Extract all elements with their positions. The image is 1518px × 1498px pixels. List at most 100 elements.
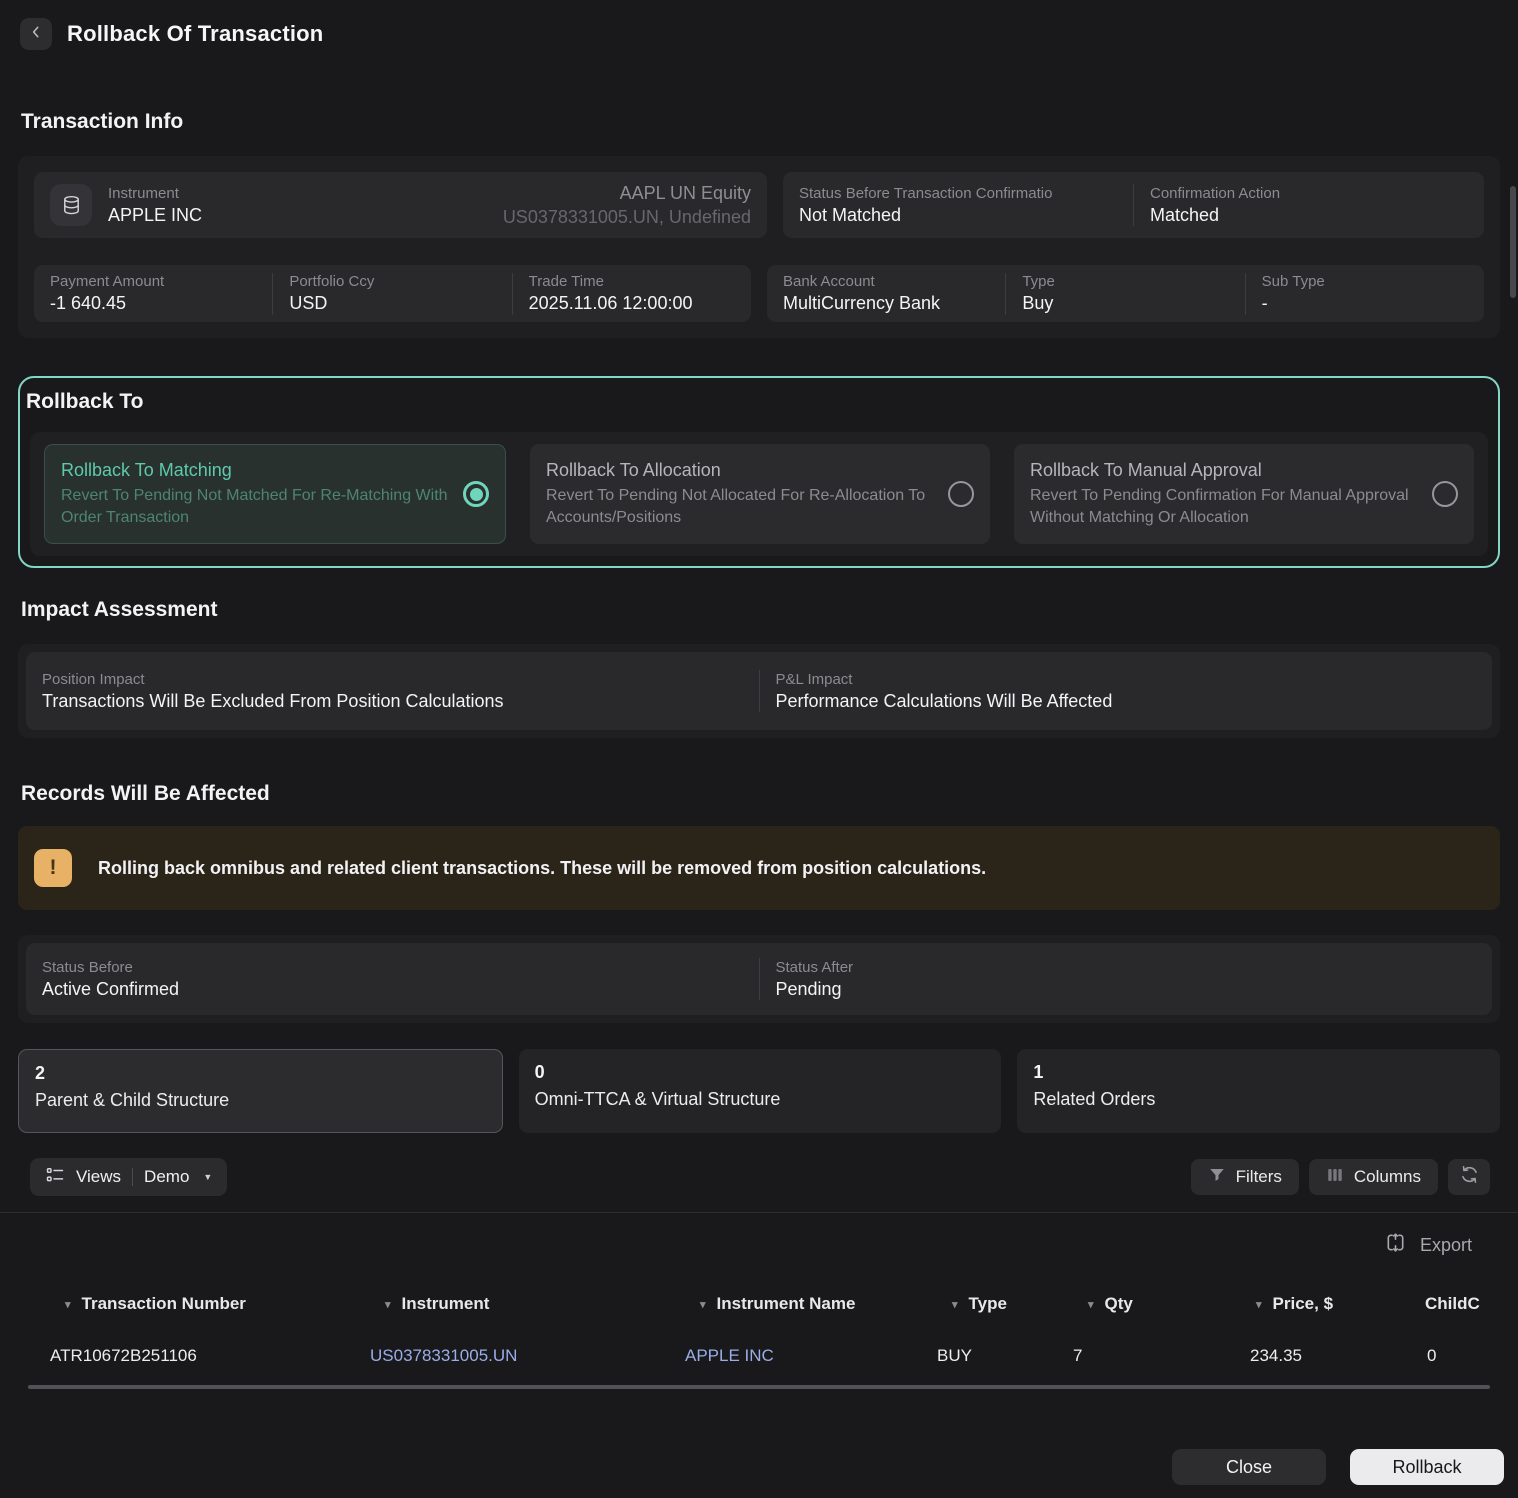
instrument-ticker: AAPL UN Equity [619, 182, 751, 203]
cell-qty: 7 [1073, 1346, 1083, 1365]
cell-child-count: 0 [1427, 1346, 1437, 1365]
warning-text: Rolling back omnibus and related client … [98, 857, 987, 878]
export-button[interactable]: Export [0, 1213, 1518, 1259]
sort-caret-icon: ▾ [1256, 1298, 1262, 1311]
column-header-price[interactable]: ▾ Price, $ [1239, 1294, 1411, 1314]
cell-instrument-name-link[interactable]: APPLE INC [683, 1346, 935, 1366]
trade-time-value: 2025.11.06 12:00:00 [528, 293, 693, 313]
column-header-type[interactable]: ▾ Type [935, 1294, 1071, 1314]
rollback-button[interactable]: Rollback [1350, 1449, 1504, 1485]
portfolio-ccy-value: USD [289, 293, 328, 313]
views-label: Views [76, 1167, 122, 1186]
pnl-impact-value: Performance Calculations Will Be Affecte… [775, 690, 1113, 711]
column-header-label: Transaction Number [81, 1294, 246, 1313]
rollback-option-description: Revert To Pending Not Matched For Re-Mat… [61, 487, 448, 526]
vertical-scrollbar[interactable] [1510, 186, 1516, 298]
cell-type: BUY [937, 1346, 972, 1365]
status-card: Status Before Active Confirmed Status Af… [26, 943, 1492, 1015]
position-impact-label: Position Impact [42, 670, 145, 688]
page-title: Rollback Of Transaction [67, 21, 324, 46]
table-row[interactable]: ATR10672B251106 US0378331005.UN APPLE IN… [0, 1337, 1518, 1375]
table-header-row: ▾ Transaction Number ▾ Instrument ▾ Inst… [0, 1287, 1518, 1321]
structure-tabs: 2 Parent & Child Structure 0 Omni-TTCA &… [18, 1049, 1501, 1133]
warning-icon: ! [34, 849, 72, 887]
records-heading: Records Will Be Affected [21, 782, 270, 805]
tab-omni-ttca-virtual-structure[interactable]: 0 Omni-TTCA & Virtual Structure [518, 1049, 1002, 1133]
payment-amount-value: -1 640.45 [50, 293, 127, 313]
cell-price: 234.35 [1250, 1346, 1302, 1365]
refresh-icon [1459, 1164, 1480, 1190]
payment-card: Payment Amount -1 640.45 Portfolio Ccy U… [34, 265, 751, 322]
warning-banner: ! Rolling back omnibus and related clien… [18, 826, 1500, 910]
position-impact-value: Transactions Will Be Excluded From Posit… [42, 690, 504, 711]
export-icon [1384, 1231, 1407, 1259]
footer-actions: Close Rollback [1172, 1449, 1504, 1485]
cell-instrument-link[interactable]: US0378331005.UN [368, 1346, 683, 1366]
rollback-option-description: Revert To Pending Confirmation For Manua… [1030, 487, 1409, 526]
bank-account-value: MultiCurrency Bank [783, 293, 941, 313]
column-header-qty[interactable]: ▾ Qty [1071, 1294, 1239, 1314]
instrument-isin: US0378331005.UN, Undefined [502, 206, 751, 227]
column-header-instrument[interactable]: ▾ Instrument [368, 1294, 683, 1314]
rollback-option-allocation[interactable]: Rollback To Allocation Revert To Pending… [530, 444, 990, 544]
instrument-value: APPLE INC [108, 204, 203, 225]
rollback-option-manual-approval[interactable]: Rollback To Manual Approval Revert To Pe… [1014, 444, 1474, 544]
horizontal-scrollbar[interactable] [28, 1385, 1490, 1389]
tab-label: Parent & Child Structure [35, 1090, 230, 1110]
rollback-dialog: Rollback Of Transaction Transaction Info… [0, 0, 1518, 1498]
sort-caret-icon: ▾ [65, 1298, 71, 1311]
column-header-child-count[interactable]: ChildC [1411, 1294, 1518, 1314]
refresh-button[interactable] [1448, 1159, 1490, 1195]
impact-assessment-heading: Impact Assessment [21, 598, 218, 621]
chevron-down-icon: ▼ [203, 1172, 213, 1182]
views-selector[interactable]: Views Demo ▼ [30, 1158, 228, 1196]
rollback-to-section: Rollback To Rollback To Matching Revert … [18, 376, 1500, 568]
status-before-value: Active Confirmed [42, 978, 180, 999]
columns-button[interactable]: Columns [1308, 1159, 1438, 1195]
tab-related-orders[interactable]: 1 Related Orders [1017, 1049, 1501, 1133]
instrument-card: Instrument APPLE INC AAPL UN Equity US03… [34, 172, 767, 238]
rollback-option-description: Revert To Pending Not Allocated For Re-A… [546, 487, 926, 526]
filters-button[interactable]: Filters [1190, 1159, 1299, 1195]
close-button[interactable]: Close [1172, 1449, 1326, 1485]
divider [132, 1168, 134, 1186]
column-header-label: Qty [1104, 1294, 1133, 1313]
rollback-option-title: Rollback To Allocation [546, 460, 721, 481]
transaction-info-panel: Instrument APPLE INC AAPL UN Equity US03… [18, 156, 1500, 338]
trade-time-label: Trade Time [528, 273, 604, 290]
filter-funnel-icon [1208, 1166, 1226, 1189]
radio-icon[interactable] [948, 481, 974, 507]
sort-caret-icon: ▾ [952, 1298, 958, 1311]
payment-amount-label: Payment Amount [50, 273, 165, 290]
views-value: Demo [144, 1167, 190, 1186]
columns-icon [1326, 1166, 1344, 1189]
instrument-label: Instrument [108, 184, 179, 202]
sort-caret-icon: ▾ [1088, 1298, 1094, 1311]
tab-count: 2 [35, 1063, 46, 1083]
tab-parent-child-structure[interactable]: 2 Parent & Child Structure [18, 1049, 503, 1133]
radio-icon[interactable] [463, 481, 489, 507]
column-header-transaction-number[interactable]: ▾ Transaction Number [48, 1294, 368, 1314]
back-button[interactable] [20, 18, 52, 50]
sort-caret-icon: ▾ [385, 1298, 391, 1311]
radio-icon[interactable] [1432, 481, 1458, 507]
status-before-confirmation-value: Not Matched [799, 204, 902, 225]
sub-type-label: Sub Type [1261, 273, 1325, 290]
type-value: Buy [1022, 293, 1054, 313]
rollback-option-matching[interactable]: Rollback To Matching Revert To Pending N… [44, 444, 506, 544]
column-header-label: Type [968, 1294, 1007, 1313]
column-header-label: Instrument [401, 1294, 490, 1313]
columns-label: Columns [1353, 1167, 1421, 1186]
column-header-instrument-name[interactable]: ▾ Instrument Name [683, 1294, 935, 1314]
column-header-label: Price, $ [1272, 1294, 1334, 1313]
views-list-icon [45, 1165, 65, 1190]
sub-type-value: - [1261, 293, 1268, 313]
confirmation-action-value: Matched [1150, 204, 1220, 225]
confirmation-action-label: Confirmation Action [1150, 184, 1281, 202]
sort-caret-icon: ▾ [700, 1298, 706, 1311]
tab-count: 0 [534, 1062, 545, 1082]
status-after-label: Status After [775, 958, 854, 976]
content: Transaction Info Instrument APPLE INC AA… [0, 110, 1518, 1389]
column-header-label: ChildC [1425, 1294, 1480, 1313]
type-label: Type [1022, 273, 1055, 290]
